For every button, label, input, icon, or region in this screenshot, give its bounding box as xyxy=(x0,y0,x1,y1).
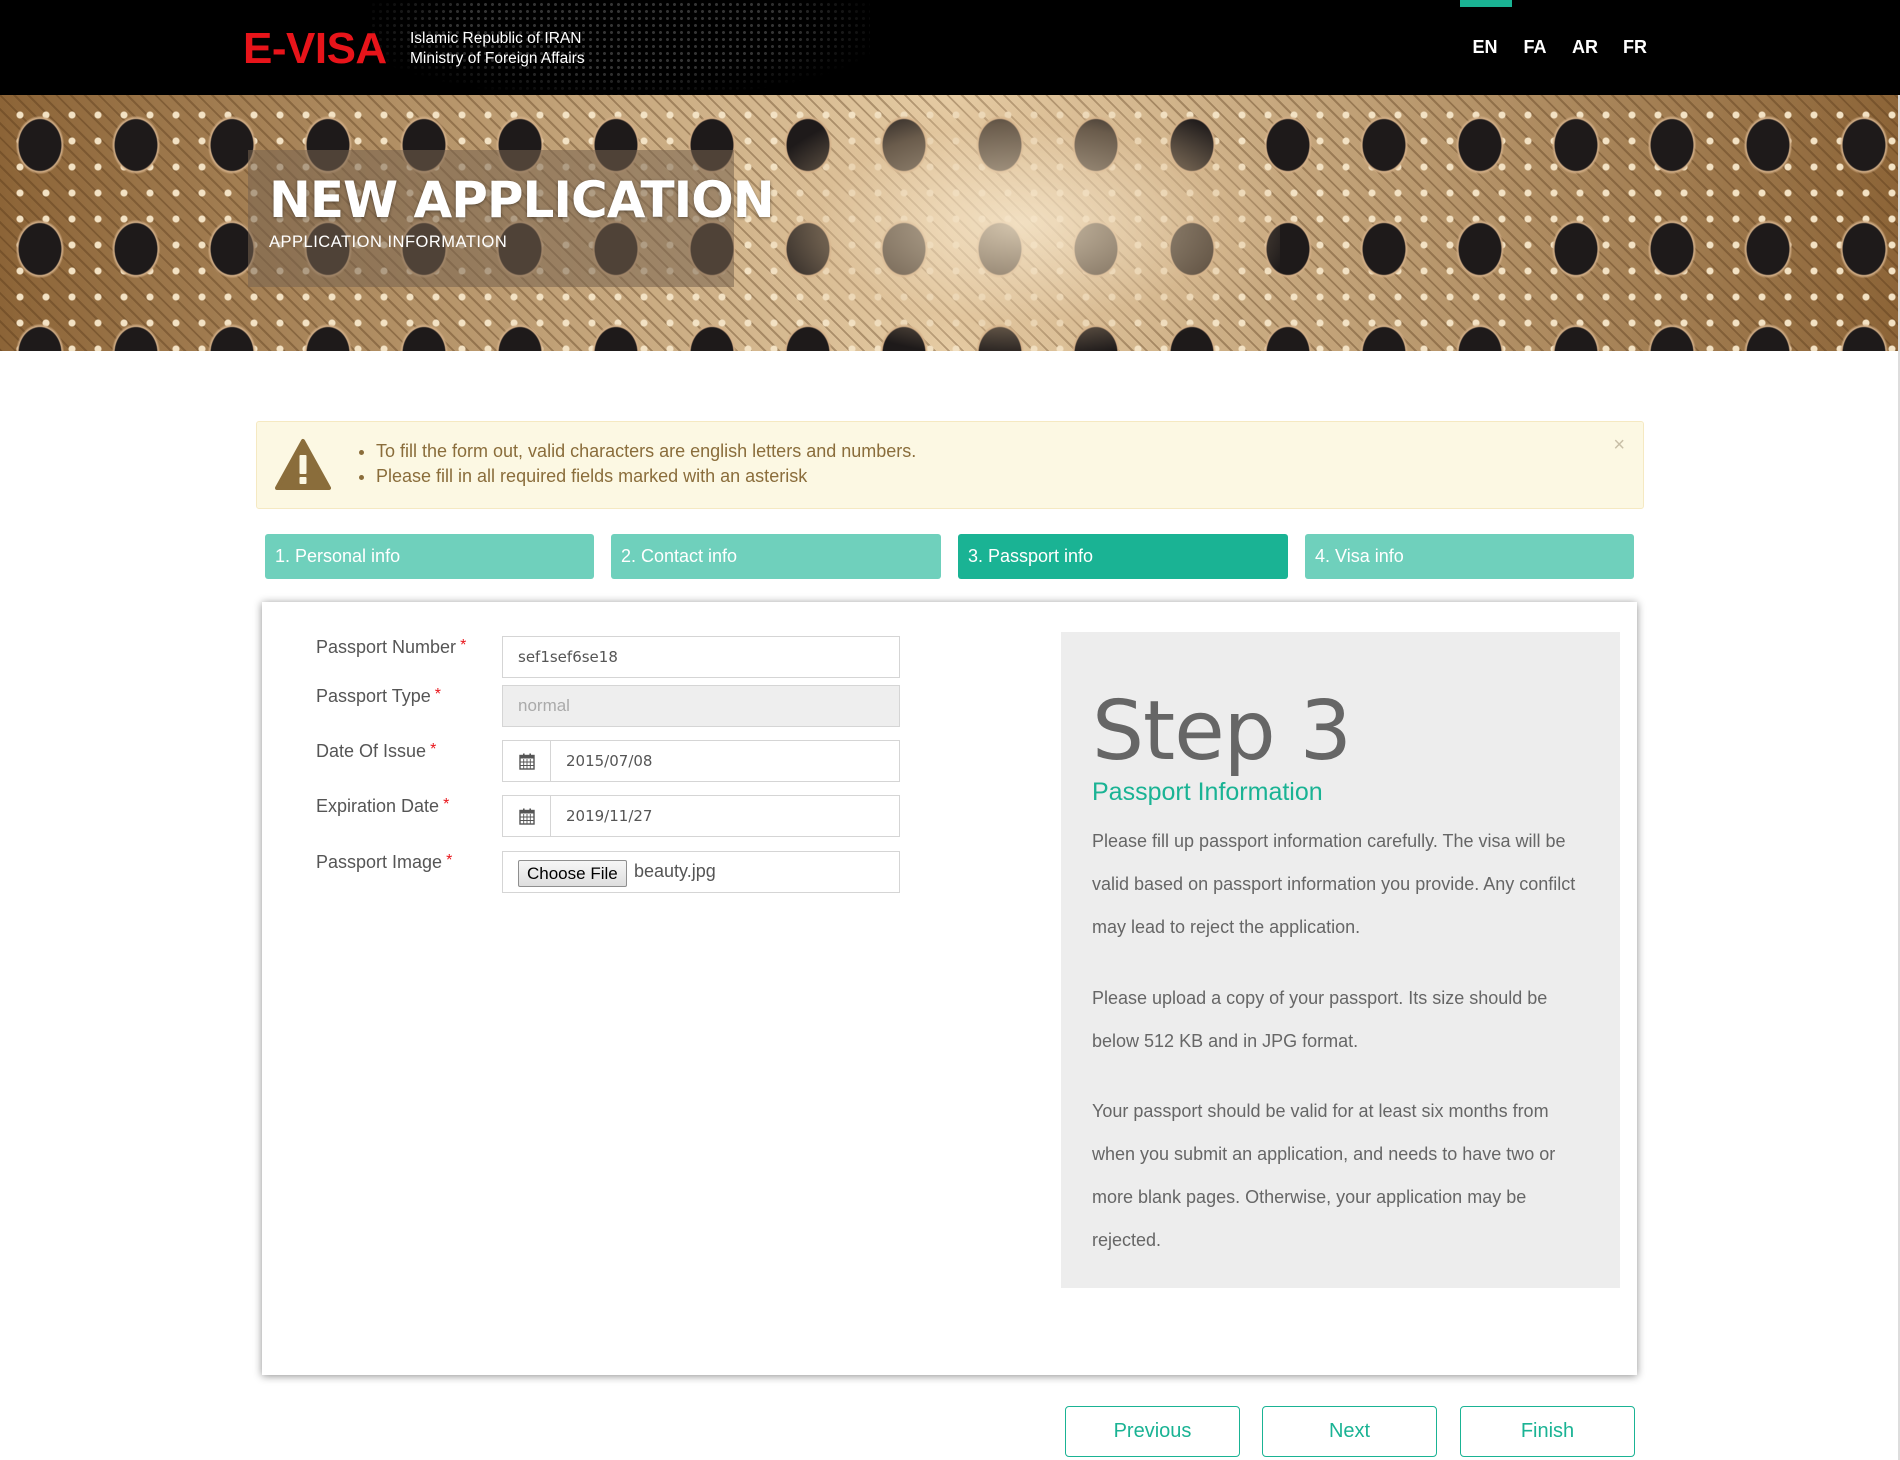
calendar-icon[interactable] xyxy=(502,740,551,782)
step-tab-personal[interactable]: 1. Personal info xyxy=(265,534,594,579)
date-of-issue-label: Date Of Issue * xyxy=(316,741,436,762)
step-heading: Step 3 xyxy=(1092,684,1352,779)
step-tab-passport[interactable]: 3. Passport info xyxy=(958,534,1288,579)
alert-list: To fill the form out, valid characters a… xyxy=(376,439,916,489)
choose-file-button[interactable]: Choose File xyxy=(518,860,627,887)
warning-icon xyxy=(275,439,331,490)
required-mark: * xyxy=(460,637,467,654)
lang-en[interactable]: EN xyxy=(1460,0,1512,95)
close-icon[interactable]: × xyxy=(1613,434,1625,457)
lang-fa[interactable]: FA xyxy=(1510,0,1560,95)
info-paragraph: Please fill up passport information care… xyxy=(1092,831,1576,937)
field-label-text: Date Of Issue xyxy=(316,741,427,761)
ministry-title: Islamic Republic of IRAN Ministry of For… xyxy=(410,29,585,69)
date-of-issue-input[interactable]: 2015/07/08 xyxy=(550,740,900,782)
lang-fr[interactable]: FR xyxy=(1610,0,1660,95)
required-mark: * xyxy=(443,796,450,813)
step-tab-contact[interactable]: 2. Contact info xyxy=(611,534,941,579)
expiration-date-label: Expiration Date * xyxy=(316,796,449,817)
step-subheading: Passport Information xyxy=(1092,778,1323,806)
warning-alert: To fill the form out, valid characters a… xyxy=(256,421,1644,509)
expiration-date-input[interactable]: 2019/11/27 xyxy=(550,795,900,837)
logo[interactable]: E-VISA xyxy=(243,24,387,74)
passport-type-select[interactable]: normal xyxy=(502,685,900,727)
page-subtitle: APPLICATION INFORMATION xyxy=(269,233,508,251)
passport-type-label: Passport Type * xyxy=(316,686,441,707)
passport-number-label: Passport Number * xyxy=(316,637,466,658)
selected-filename: beauty.jpg xyxy=(634,861,716,881)
alert-item: Please fill in all required fields marke… xyxy=(376,464,916,489)
finish-button[interactable]: Finish xyxy=(1460,1406,1635,1457)
passport-image-file-input[interactable]: Choose File beauty.jpg xyxy=(502,851,900,893)
lang-ar[interactable]: AR xyxy=(1560,0,1610,95)
field-label-text: Expiration Date xyxy=(316,796,440,816)
passport-number-input[interactable]: sef1sef6se18 xyxy=(502,636,900,678)
ministry-line-1: Islamic Republic of IRAN xyxy=(410,30,582,47)
ministry-line-2: Ministry of Foreign Affairs xyxy=(410,50,585,67)
field-label-text: Passport Image xyxy=(316,852,443,872)
calendar-icon[interactable] xyxy=(502,795,551,837)
step-tab-visa[interactable]: 4. Visa info xyxy=(1305,534,1634,579)
passport-image-label: Passport Image * xyxy=(316,852,452,873)
info-paragraph: Your passport should be valid for at lea… xyxy=(1092,1101,1556,1250)
top-bar: E-VISA Islamic Republic of IRAN Ministry… xyxy=(0,0,1900,95)
required-mark: * xyxy=(434,686,441,703)
field-label-text: Passport Number xyxy=(316,637,457,657)
field-label-text: Passport Type xyxy=(316,686,431,706)
language-switcher: EN FA AR FR xyxy=(1460,0,1660,95)
alert-item: To fill the form out, valid characters a… xyxy=(376,439,916,464)
page-title: NEW APPLICATION xyxy=(269,171,775,229)
info-paragraph: Please upload a copy of your passport. I… xyxy=(1092,988,1548,1051)
required-mark: * xyxy=(430,741,437,758)
next-button[interactable]: Next xyxy=(1262,1406,1437,1457)
step-info-panel: Step 3 Passport Information Please fill … xyxy=(1061,632,1620,1288)
previous-button[interactable]: Previous xyxy=(1065,1406,1240,1457)
required-mark: * xyxy=(446,852,453,869)
banner-pattern xyxy=(760,95,1280,351)
